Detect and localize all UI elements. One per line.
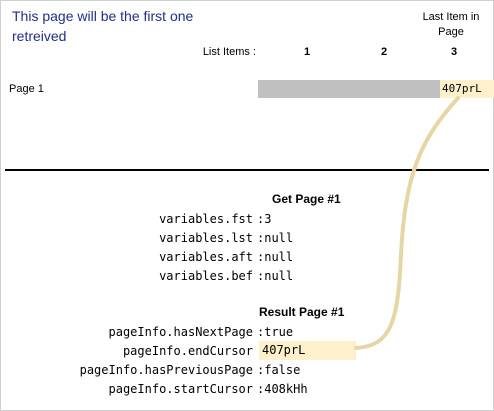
get-page-title: Get Page #1 xyxy=(272,192,341,206)
header-note-line2: retreived xyxy=(12,28,67,44)
last-item-header-line2: Page xyxy=(438,26,464,38)
pageinfo-row: pageInfo.hasNextPage xyxy=(0,323,254,341)
variable-key: variables.bef xyxy=(159,269,253,283)
variable-row: variables.bef xyxy=(0,267,253,285)
pageinfo-key: pageInfo.hasPreviousPage xyxy=(79,363,253,377)
variable-key: variables.aft xyxy=(159,250,253,264)
pageinfo-row: pageInfo.endCursor xyxy=(0,342,253,360)
pageinfo-row: pageInfo.hasPreviousPage xyxy=(0,361,253,379)
header-note: This page will be the first one retreive… xyxy=(12,6,242,46)
column-number-3: 3 xyxy=(450,46,458,58)
pageinfo-value: :408kHh xyxy=(257,382,308,396)
pageinfo-value: :false xyxy=(257,363,301,377)
page-row-label: Page 1 xyxy=(9,83,44,95)
variable-value: :3 xyxy=(257,212,272,226)
list-items-label: List Items : xyxy=(202,46,256,58)
variable-row: variables.lst xyxy=(0,229,253,247)
pageinfo-key: pageInfo.startCursor xyxy=(108,382,254,396)
pageinfo-value: :407prL xyxy=(255,341,356,360)
variable-key: variables.fst xyxy=(159,212,253,226)
column-number-1: 1 xyxy=(303,46,311,58)
pageinfo-key: pageInfo.hasNextPage xyxy=(108,325,254,339)
header-note-line1: This page will be the first one xyxy=(12,8,194,24)
end-cursor-value: 407prL xyxy=(259,341,356,360)
variable-value: :null xyxy=(257,250,294,264)
column-number-2: 2 xyxy=(380,46,388,58)
variable-row: variables.fst xyxy=(0,210,253,228)
section-divider xyxy=(5,169,489,171)
variable-row: variables.aft xyxy=(0,248,253,266)
variable-value: :null xyxy=(257,231,294,245)
result-page-title: Result Page #1 xyxy=(259,305,345,319)
last-item-header-line1: Last Item in xyxy=(422,11,480,23)
page-last-item-cursor: 407prL xyxy=(440,80,494,98)
pageinfo-key: pageInfo.endCursor xyxy=(122,344,253,358)
variable-key: variables.lst xyxy=(159,231,253,245)
last-item-header: Last Item in Page xyxy=(414,10,488,40)
page-items-bar xyxy=(258,80,440,98)
pageinfo-value: :true xyxy=(257,325,294,339)
pageinfo-row: pageInfo.startCursor xyxy=(0,380,254,398)
variable-value: :null xyxy=(257,269,294,283)
